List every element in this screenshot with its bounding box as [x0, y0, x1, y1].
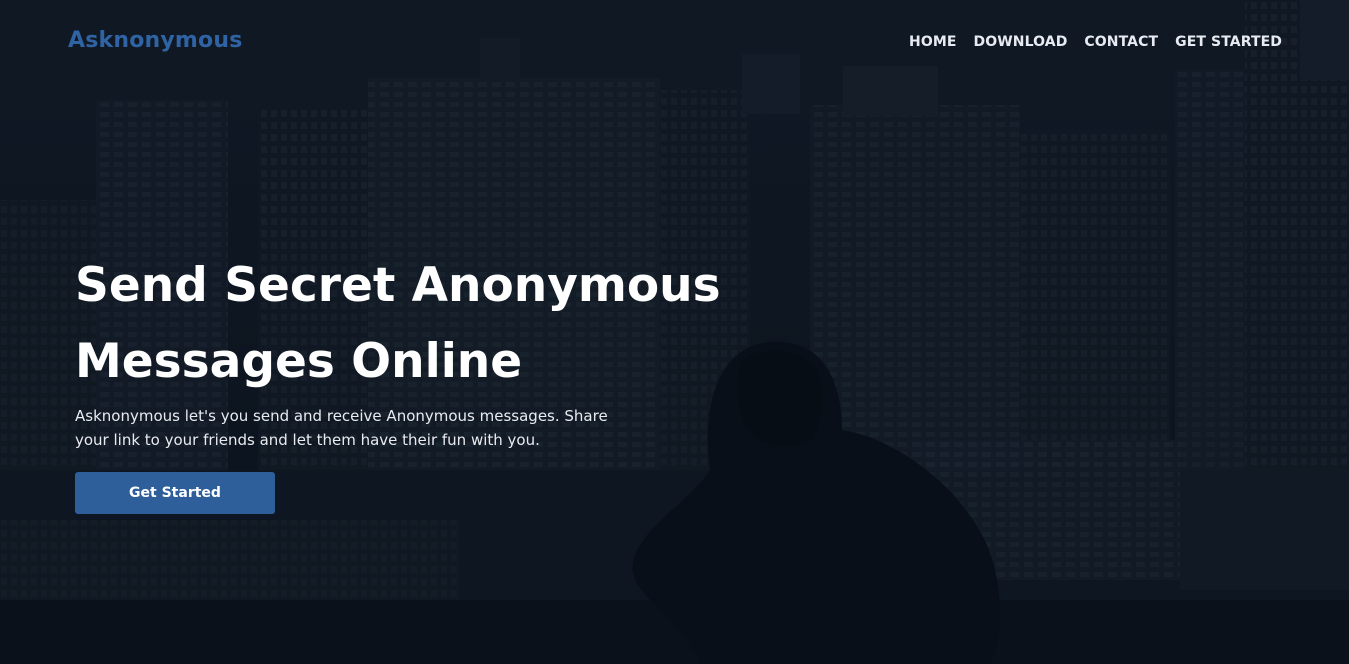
navbar: Asknonymous HOME DOWNLOAD CONTACT GET ST… [0, 0, 1349, 88]
hero-description: Asknonymous let's you send and receive A… [75, 407, 608, 449]
nav-link-home[interactable]: HOME [909, 34, 957, 50]
hero-content: Send Secret Anonymous Messages Online As… [75, 248, 775, 514]
hero-headline: Send Secret Anonymous Messages Online [75, 258, 721, 389]
nav-links: HOME DOWNLOAD CONTACT GET STARTED [909, 34, 1282, 50]
nav-link-download[interactable]: DOWNLOAD [974, 34, 1068, 50]
get-started-button[interactable]: Get Started [75, 472, 275, 514]
nav-link-get-started[interactable]: GET STARTED [1175, 34, 1282, 50]
nav-link-contact[interactable]: CONTACT [1084, 34, 1158, 50]
brand-logo-link[interactable]: Asknonymous [68, 28, 243, 53]
hero-section: Asknonymous HOME DOWNLOAD CONTACT GET ST… [0, 0, 1349, 664]
